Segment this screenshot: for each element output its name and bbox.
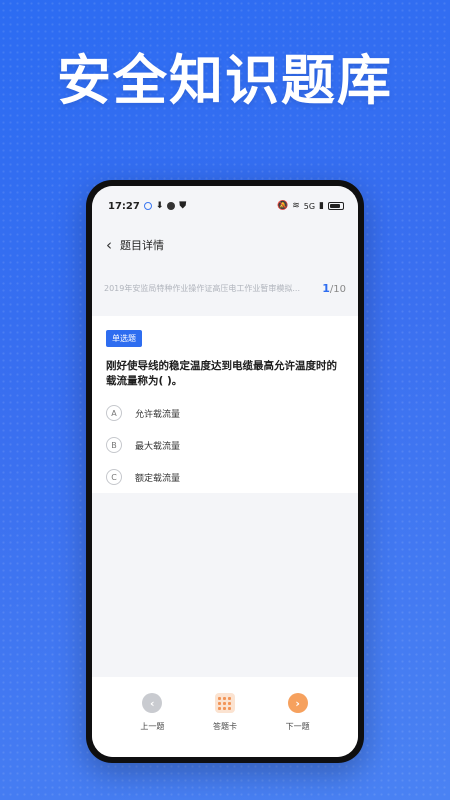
chevron-left-icon[interactable]: ‹ [106,237,112,253]
option-letter: A [106,405,122,421]
option-text: 允许载流量 [135,409,181,420]
mute-icon: 🔕 [276,201,289,211]
wifi-icon: ≋ [292,201,300,211]
question-type-badge: 单选题 [106,330,142,347]
option-c[interactable]: C 额定载流量 [106,461,344,493]
phone-frame: 17:27 ⬇ ⛊ 🔕 ≋ 5G ▮ ‹ 题目详情 2019年安监局特种作业操作… [86,180,364,763]
option-b[interactable]: B 最大载流量 [106,429,344,461]
total-questions: /10 [329,283,346,295]
bottom-toolbar: ‹ 上一题 答题卡 › 下一题 [92,677,358,757]
shield-icon: ⛊ [179,201,187,211]
next-question-label: 下一题 [285,722,310,731]
chevron-left-icon: ‹ [142,693,163,713]
option-text: 最大载流量 [135,441,181,452]
status-time: 17:27 [108,200,140,212]
prev-question-button[interactable]: ‹ 上一题 [122,693,182,732]
nav-bar: ‹ 题目详情 [92,226,358,264]
exam-name: 2019年安监局特种作业操作证高压电工作业暂审模拟... [104,283,300,293]
answer-card-button[interactable]: 答题卡 [195,693,255,732]
prev-question-label: 上一题 [140,722,165,731]
phone-screen: 17:27 ⬇ ⛊ 🔕 ≋ 5G ▮ ‹ 题目详情 2019年安监局特种作业操作… [92,186,358,757]
option-a[interactable]: A 允许载流量 [106,397,344,429]
question-card: 单选题 刚好使导线的稳定温度达到电缆最高允许温度时的载流量称为( )。 A 允许… [92,316,358,493]
option-list: A 允许载流量 B 最大载流量 C 额定载流量 [106,397,344,493]
signal-icon: ▮ [319,201,324,211]
promo-title: 安全知识题库 [57,49,393,112]
question-text: 刚好使导线的稳定温度达到电缆最高允许温度时的载流量称为( )。 [106,360,337,387]
next-question-button[interactable]: › 下一题 [268,693,328,732]
answer-card-label: 答题卡 [212,722,237,731]
page-title: 题目详情 [120,239,164,252]
settings-icon [143,202,152,210]
current-question-number: 1 [322,281,330,295]
download-icon: ⬇ [155,201,164,211]
chevron-right-icon: › [287,693,308,713]
battery-icon [328,202,344,210]
option-letter: B [106,437,122,453]
grid-icon [214,693,235,713]
option-text: 额定载流量 [135,473,181,484]
option-letter: C [106,469,122,485]
status-bar: 17:27 ⬇ ⛊ 🔕 ≋ 5G ▮ [92,186,358,226]
exam-info-row: 2019年安监局特种作业操作证高压电工作业暂审模拟... 1/10 [92,268,358,308]
question-counter: 1/10 [322,282,346,295]
message-icon [167,202,176,210]
network-label: 5G [303,201,316,211]
